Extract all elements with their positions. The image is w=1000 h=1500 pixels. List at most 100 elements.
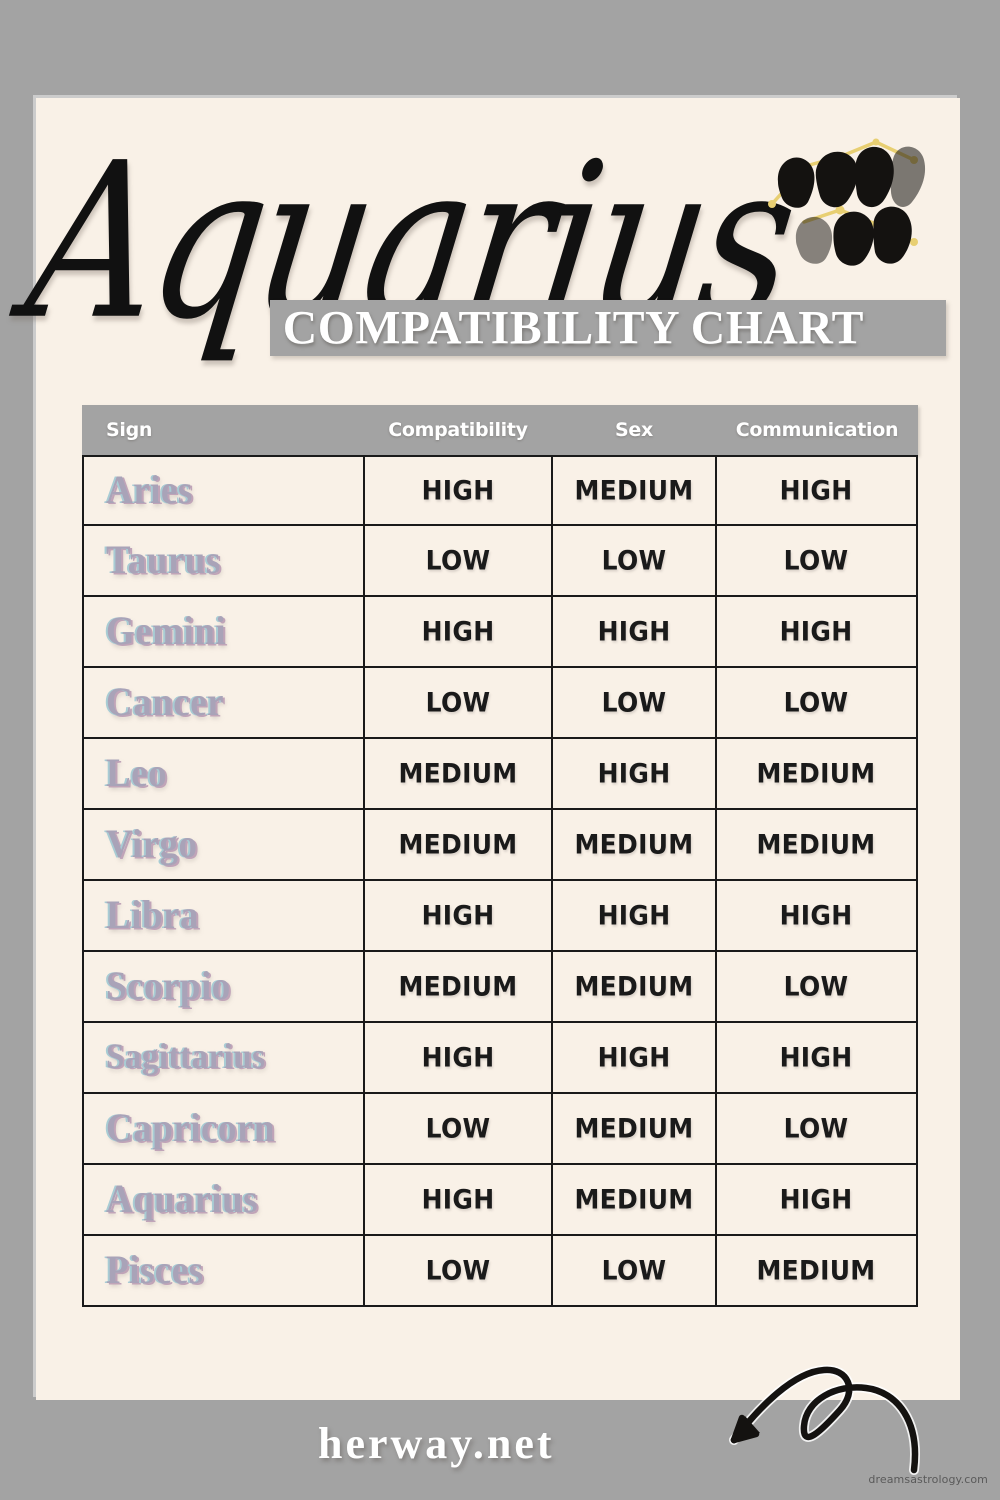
sign-label: Leo — [106, 750, 168, 797]
cell-communication: MEDIUM — [717, 739, 915, 808]
sign-label: Aquarius — [106, 1176, 259, 1223]
cell-compatibility: MEDIUM — [365, 952, 553, 1021]
cell-communication: MEDIUM — [717, 810, 915, 879]
rating-value: MEDIUM — [398, 829, 518, 860]
cell-sign: Capricorn — [84, 1094, 365, 1163]
rating-value: HIGH — [779, 475, 853, 506]
cell-compatibility: LOW — [365, 1236, 553, 1305]
rating-value: MEDIUM — [756, 1255, 876, 1286]
sign-label: Capricorn — [106, 1105, 275, 1152]
cell-communication: LOW — [717, 668, 915, 737]
brand-name: herway.net — [318, 1419, 555, 1468]
cell-sign: Libra — [84, 881, 365, 950]
table-row: Virgo MEDIUM MEDIUM MEDIUM — [82, 810, 918, 881]
table-row: Capricorn LOW MEDIUM LOW — [82, 1094, 918, 1165]
table-row: Aquarius HIGH MEDIUM HIGH — [82, 1165, 918, 1236]
cell-compatibility: HIGH — [365, 597, 553, 666]
table-row: Pisces LOW LOW MEDIUM — [82, 1236, 918, 1307]
page-title: Aquarius — [15, 116, 805, 367]
rating-value: HIGH — [779, 1042, 853, 1073]
sign-label: Virgo — [106, 821, 198, 868]
sign-label: Sagittarius — [106, 1037, 266, 1077]
cell-communication: HIGH — [717, 1165, 915, 1234]
source-watermark: dreamsastrology.com — [868, 1473, 988, 1486]
rating-value: MEDIUM — [574, 1184, 694, 1215]
rating-value: HIGH — [421, 1042, 495, 1073]
rating-value: MEDIUM — [574, 971, 694, 1002]
rating-value: HIGH — [779, 1184, 853, 1215]
cell-communication: LOW — [717, 952, 915, 1021]
compatibility-table: Sign Compatibility Sex Communication Ari… — [82, 405, 918, 1307]
cell-communication: HIGH — [717, 881, 915, 950]
cell-sex: MEDIUM — [553, 1094, 717, 1163]
rating-value: LOW — [425, 687, 491, 718]
cell-sex: MEDIUM — [553, 810, 717, 879]
rating-value: HIGH — [421, 616, 495, 647]
table-body: Aries HIGH MEDIUM HIGH Taurus LOW LOW LOW Gemini… — [82, 455, 918, 1307]
cell-sex: MEDIUM — [553, 1165, 717, 1234]
cell-compatibility: LOW — [365, 1094, 553, 1163]
rating-value: HIGH — [597, 758, 671, 789]
cell-sex: HIGH — [553, 881, 717, 950]
rating-value: LOW — [783, 971, 849, 1002]
pinterest-infographic: Aquarius COMPATIBILITY CHART Sign Compat… — [0, 0, 1000, 1500]
aquarius-zodiac-glyph-icon — [764, 126, 934, 268]
cell-sex: HIGH — [553, 597, 717, 666]
column-header-communication: Communication — [735, 419, 899, 441]
column-header-sign: Sign — [106, 419, 153, 441]
cell-sign: Pisces — [84, 1236, 365, 1305]
cell-sex: MEDIUM — [553, 952, 717, 1021]
rating-value: HIGH — [421, 900, 495, 931]
cell-sign: Virgo — [84, 810, 365, 879]
cell-compatibility: HIGH — [365, 881, 553, 950]
sign-label: Scorpio — [106, 963, 231, 1010]
cell-sign: Sagittarius — [84, 1023, 365, 1092]
sign-label: Libra — [106, 892, 199, 939]
cell-communication: MEDIUM — [717, 1236, 915, 1305]
rating-value: MEDIUM — [398, 758, 518, 789]
table-row: Libra HIGH HIGH HIGH — [82, 881, 918, 952]
rating-value: LOW — [783, 1113, 849, 1144]
rating-value: LOW — [601, 545, 667, 576]
cell-sex: HIGH — [553, 739, 717, 808]
rating-value: MEDIUM — [574, 475, 694, 506]
cell-communication: HIGH — [717, 1023, 915, 1092]
cell-sign: Scorpio — [84, 952, 365, 1021]
cell-communication: LOW — [717, 526, 915, 595]
sign-label: Cancer — [106, 679, 225, 726]
rating-value: LOW — [783, 545, 849, 576]
cell-sex: LOW — [553, 526, 717, 595]
cell-communication: LOW — [717, 1094, 915, 1163]
cell-compatibility: LOW — [365, 526, 553, 595]
cell-communication: HIGH — [717, 457, 915, 524]
rating-value: HIGH — [597, 900, 671, 931]
rating-value: LOW — [425, 1113, 491, 1144]
table-row: Aries HIGH MEDIUM HIGH — [82, 455, 918, 526]
cell-sign: Cancer — [84, 668, 365, 737]
rating-value: MEDIUM — [574, 1113, 694, 1144]
rating-value: HIGH — [779, 900, 853, 931]
rating-value: MEDIUM — [574, 829, 694, 860]
cell-sign: Taurus — [84, 526, 365, 595]
rating-value: LOW — [425, 1255, 491, 1286]
rating-value: HIGH — [421, 475, 495, 506]
cell-compatibility: HIGH — [365, 457, 553, 524]
table-row: Leo MEDIUM HIGH MEDIUM — [82, 739, 918, 810]
column-header-sex: Sex — [615, 419, 653, 441]
cell-compatibility: LOW — [365, 668, 553, 737]
sign-label: Gemini — [106, 608, 227, 655]
rating-value: MEDIUM — [756, 758, 876, 789]
cell-sign: Aries — [84, 457, 365, 524]
rating-value: HIGH — [597, 1042, 671, 1073]
table-row: Taurus LOW LOW LOW — [82, 526, 918, 597]
cell-compatibility: HIGH — [365, 1023, 553, 1092]
table-row: Scorpio MEDIUM MEDIUM LOW — [82, 952, 918, 1023]
table-row: Cancer LOW LOW LOW — [82, 668, 918, 739]
cell-sex: HIGH — [553, 1023, 717, 1092]
rating-value: MEDIUM — [756, 829, 876, 860]
subtitle-text: COMPATIBILITY CHART — [282, 301, 865, 354]
rating-value: LOW — [601, 687, 667, 718]
sign-label: Aries — [106, 467, 193, 514]
cell-sex: LOW — [553, 1236, 717, 1305]
rating-value: LOW — [783, 687, 849, 718]
